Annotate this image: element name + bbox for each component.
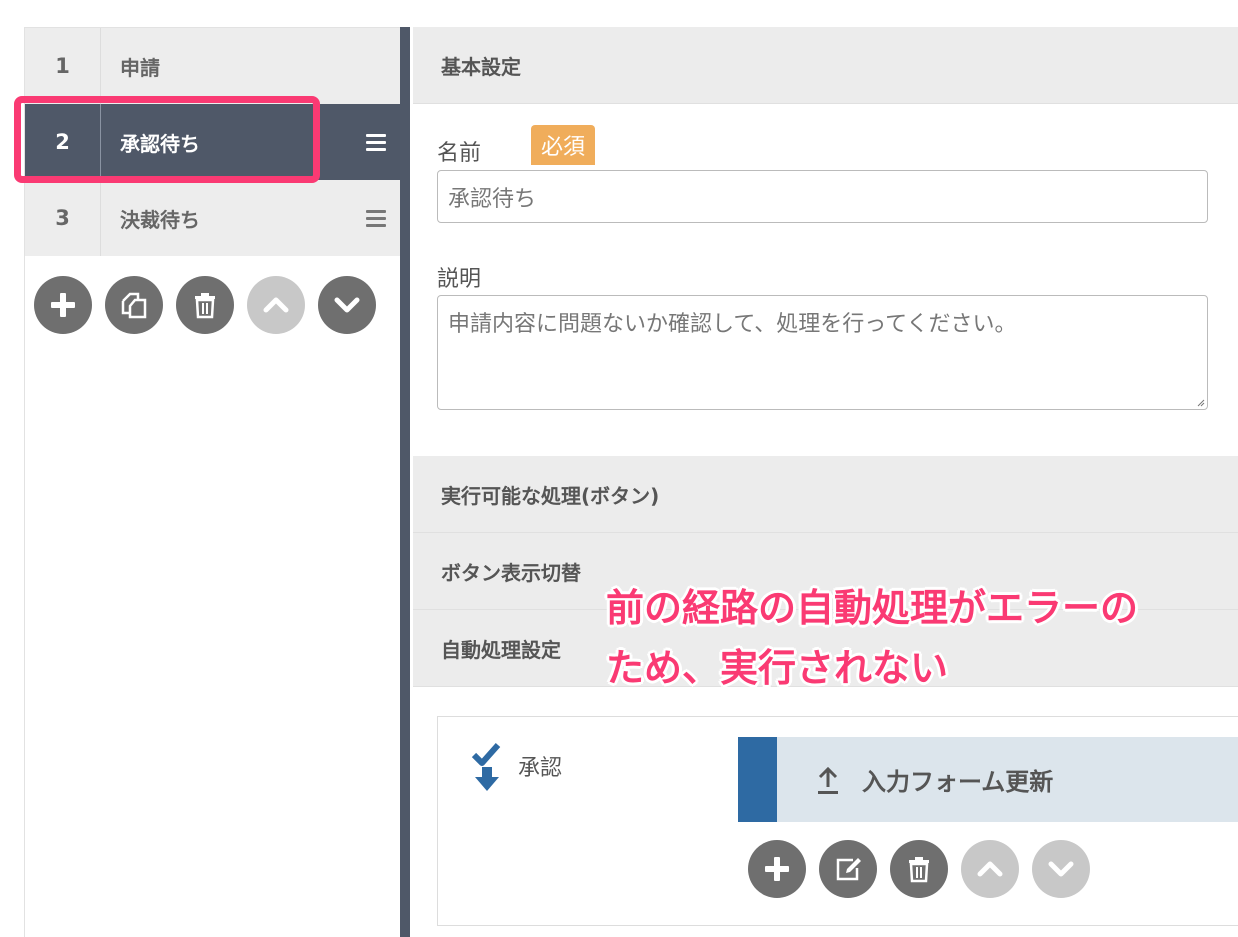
description-text: 申請内容に問題ないか確認して、処理を行ってください。 bbox=[448, 312, 1017, 337]
step-settings-panel: 基本設定 名前 必須 承認待ち 説明 申請内容に問題ないか確認して、処理を行って… bbox=[413, 27, 1238, 937]
section-executable-actions[interactable]: 実行可能な処理(ボタン) bbox=[413, 456, 1238, 533]
trash-icon bbox=[195, 293, 215, 319]
edit-action-button[interactable] bbox=[819, 840, 877, 898]
step-item-3[interactable]: 3 決裁待ち bbox=[25, 180, 401, 256]
name-field-label: 名前 bbox=[437, 141, 482, 166]
step-label: 決裁待ち bbox=[120, 207, 200, 232]
callout-line-1: 前の経路の自動処理がエラーの bbox=[606, 586, 1139, 630]
chevron-up-icon bbox=[977, 861, 1003, 877]
required-badge: 必須 bbox=[531, 125, 596, 165]
add-action-button[interactable] bbox=[748, 840, 806, 898]
copy-step-button[interactable] bbox=[105, 276, 163, 334]
annotation-callout: 前の経路の自動処理がエラーの ため、実行されない bbox=[606, 578, 1138, 698]
action-label: 入力フォーム更新 bbox=[862, 768, 1054, 796]
chevron-up-icon bbox=[263, 297, 289, 313]
trash-icon bbox=[909, 857, 929, 883]
resize-handle-icon[interactable] bbox=[1195, 397, 1205, 407]
auto-action-item[interactable]: 入力フォーム更新 bbox=[738, 737, 1238, 822]
step-number: 1 bbox=[25, 28, 101, 104]
upload-icon bbox=[818, 766, 838, 794]
move-action-up-button[interactable] bbox=[961, 840, 1019, 898]
auto-processing-box: 承認 入力フォーム更新 bbox=[437, 716, 1238, 926]
drag-handle-icon[interactable] bbox=[351, 133, 401, 151]
description-textarea[interactable]: 申請内容に問題ないか確認して、処理を行ってください。 bbox=[437, 295, 1208, 410]
description-field-label: 説明 bbox=[437, 267, 482, 292]
step-number: 3 bbox=[25, 180, 101, 256]
section-basic-settings[interactable]: 基本設定 bbox=[413, 27, 1238, 104]
auto-action-toolbar bbox=[748, 840, 1090, 898]
plus-icon bbox=[51, 293, 75, 317]
move-down-button[interactable] bbox=[318, 276, 376, 334]
step-label: 申請 bbox=[120, 55, 160, 80]
chevron-down-icon bbox=[1048, 861, 1074, 877]
delete-action-button[interactable] bbox=[890, 840, 948, 898]
add-step-button[interactable] bbox=[34, 276, 92, 334]
approve-check-icon bbox=[471, 743, 501, 791]
trigger-label: 承認 bbox=[518, 756, 563, 781]
move-action-down-button[interactable] bbox=[1032, 840, 1090, 898]
plus-icon bbox=[765, 857, 789, 881]
copy-icon bbox=[121, 292, 147, 319]
name-input[interactable]: 承認待ち bbox=[437, 170, 1208, 223]
edit-icon bbox=[836, 858, 861, 881]
step-toolbar bbox=[34, 276, 376, 334]
move-up-button[interactable] bbox=[247, 276, 305, 334]
annotation-highlight-box bbox=[14, 96, 320, 183]
panel-divider bbox=[400, 27, 410, 937]
delete-step-button[interactable] bbox=[176, 276, 234, 334]
drag-handle-icon[interactable] bbox=[351, 209, 401, 227]
callout-line-2: ため、実行されない bbox=[606, 646, 949, 690]
chevron-down-icon bbox=[334, 297, 360, 313]
action-color-bar bbox=[738, 737, 777, 822]
step-item-1[interactable]: 1 申請 bbox=[25, 28, 401, 104]
